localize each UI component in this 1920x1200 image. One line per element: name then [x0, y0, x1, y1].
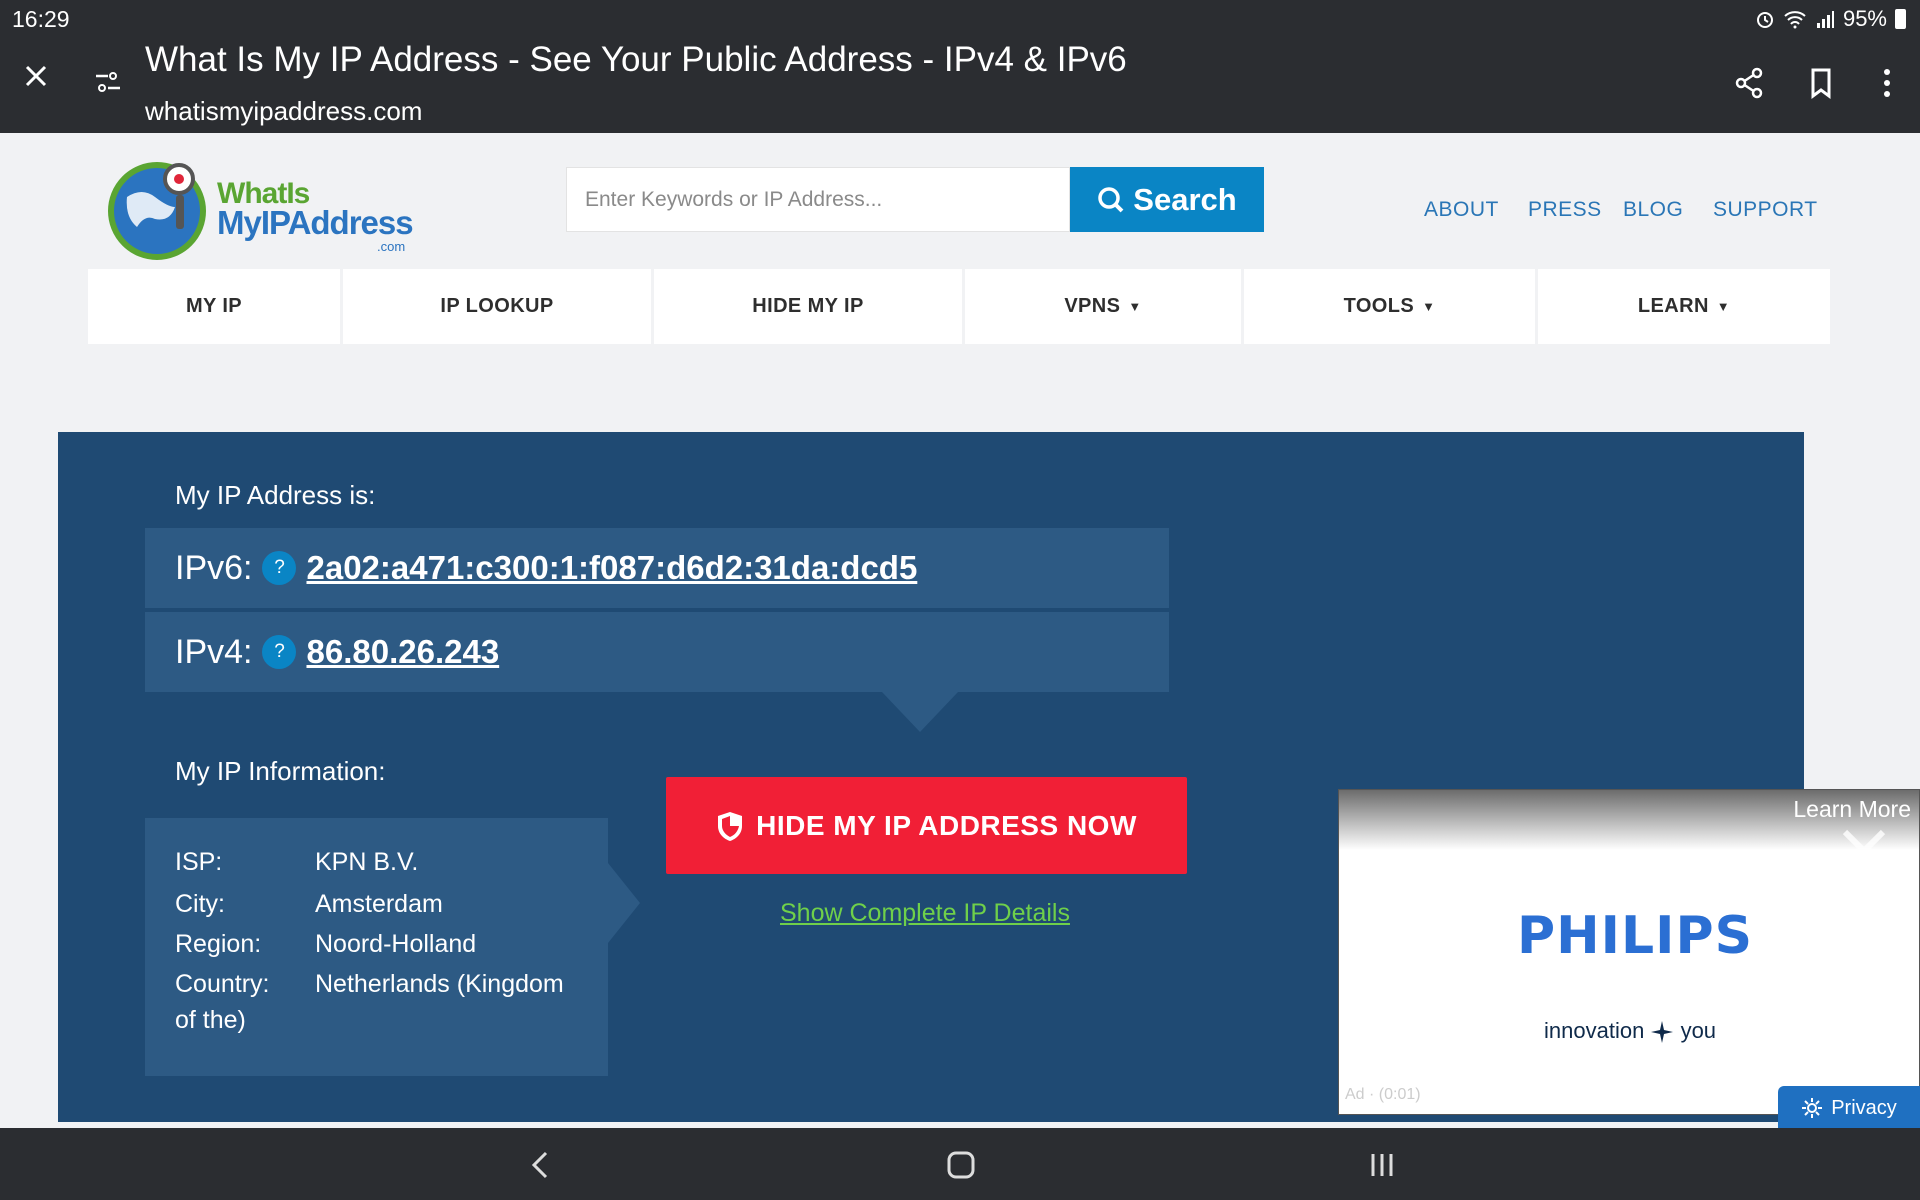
main-nav: MY IP IP LOOKUP HIDE MY IP VPNS ▼ TOOLS ▼ … — [88, 269, 1833, 344]
ad-brand: PHILIPS — [1517, 906, 1754, 966]
status-icons: 95% — [1755, 6, 1906, 32]
nav-vpns[interactable]: VPNS ▼ — [965, 269, 1241, 344]
ipv4-value[interactable]: 86.80.26.243 — [306, 633, 499, 671]
battery-icon — [1895, 9, 1906, 29]
site-settings-icon[interactable] — [94, 68, 122, 96]
country-value-continued: of the) — [175, 1006, 246, 1034]
help-icon[interactable]: ? — [262, 551, 297, 585]
close-icon[interactable] — [18, 58, 54, 94]
ipv6-value[interactable]: 2a02:a471:c300:1:f087:d6d2:31da:dcd5 — [306, 549, 917, 587]
ad-tagline-right: you — [1680, 1018, 1717, 1043]
nav-my-ip[interactable]: MY IP — [88, 269, 340, 344]
search-icon — [1098, 186, 1124, 212]
nav-label: HIDE MY IP — [752, 295, 864, 317]
ad-close-icon[interactable] — [1839, 826, 1889, 876]
info-heading: My IP Information: — [175, 756, 386, 786]
link-blog[interactable]: BLOG — [1623, 198, 1683, 222]
ipv4-label: IPv4: — [175, 632, 253, 671]
site-logo[interactable]: WhatIs MyIPAddress .com — [105, 155, 425, 265]
isp-value: KPN B.V. — [315, 848, 419, 876]
ad-tagline-left: innovation — [1544, 1018, 1645, 1043]
shield-icon — [718, 811, 743, 841]
gear-icon — [1802, 1098, 1823, 1118]
region-label: Region: — [175, 930, 262, 958]
city-label: City: — [175, 890, 225, 918]
search-input[interactable] — [566, 167, 1070, 232]
isp-label: ISP: — [175, 848, 223, 876]
logo-text-line2: MyIPAddress — [217, 204, 414, 241]
ipv6-label: IPv6: — [175, 548, 253, 587]
nav-ip-lookup[interactable]: IP LOOKUP — [343, 269, 651, 344]
status-time: 16:29 — [12, 6, 70, 32]
video-ad[interactable]: Learn More PHILIPS innovation you Ad · (… — [1338, 789, 1920, 1115]
browser-toolbar: 16:29 95% What Is My IP Address - See Yo… — [0, 0, 1920, 133]
caret-down-icon: ▼ — [1128, 299, 1142, 314]
ip-heading: My IP Address is: — [175, 480, 376, 510]
nav-hide-my-ip[interactable]: HIDE MY IP — [654, 269, 962, 344]
link-support[interactable]: SUPPORT — [1713, 198, 1818, 222]
back-icon[interactable] — [524, 1148, 558, 1182]
more-options-icon[interactable] — [1870, 66, 1904, 100]
battery-percent: 95% — [1842, 6, 1887, 31]
country-value: Netherlands (Kingdom — [315, 970, 564, 998]
nav-label: TOOLS — [1343, 295, 1415, 317]
logo-text-suffix: .com — [377, 239, 406, 254]
globe-magnifier-icon — [108, 162, 206, 260]
ad-tagline: innovation you — [1544, 1018, 1716, 1044]
region-value: Noord-Holland — [315, 930, 477, 958]
page-title: What Is My IP Address - See Your Public … — [145, 40, 1127, 79]
nav-label: VPNS — [1064, 295, 1121, 317]
wifi-icon — [1784, 11, 1806, 29]
home-icon[interactable] — [944, 1148, 978, 1182]
hide-ip-button[interactable]: HIDE MY IP ADDRESS NOW — [666, 777, 1187, 874]
alarm-icon — [1756, 12, 1773, 28]
nav-label: MY IP — [185, 295, 243, 317]
caret-down-icon: ▼ — [1422, 299, 1436, 314]
info-pointer — [608, 863, 640, 943]
hide-ip-button-label: HIDE MY IP ADDRESS NOW — [756, 809, 1137, 841]
nav-label: IP LOOKUP — [440, 295, 554, 317]
privacy-button[interactable]: Privacy — [1778, 1086, 1920, 1130]
show-details-link[interactable]: Show Complete IP Details — [780, 899, 1070, 928]
privacy-label: Privacy — [1831, 1096, 1897, 1119]
ad-timer: Ad · (0:01) — [1345, 1086, 1421, 1103]
help-icon[interactable]: ? — [262, 635, 297, 669]
link-press[interactable]: PRESS — [1528, 198, 1602, 222]
system-nav-bar — [0, 1128, 1920, 1200]
ipv6-row: IPv6: ? 2a02:a471:c300:1:f087:d6d2:31da:… — [145, 528, 1169, 608]
link-about[interactable]: ABOUT — [1424, 198, 1499, 222]
signal-icon — [1816, 11, 1834, 28]
sparkle-icon — [1651, 1021, 1674, 1044]
nav-tools[interactable]: TOOLS ▼ — [1244, 269, 1535, 344]
search-button[interactable]: Search — [1070, 167, 1264, 232]
search-button-label: Search — [1133, 181, 1237, 217]
page-url[interactable]: whatismyipaddress.com — [145, 96, 422, 127]
caret-down-icon: ▼ — [1716, 299, 1731, 314]
city-value: Amsterdam — [315, 890, 443, 918]
recents-icon[interactable] — [1365, 1148, 1399, 1182]
ip-info-box: ISP: KPN B.V. City: Amsterdam Region: No… — [145, 818, 608, 1076]
nav-learn[interactable]: LEARN ▼ — [1538, 269, 1830, 344]
ipv4-row: IPv4: ? 86.80.26.243 — [145, 612, 1169, 692]
country-label: Country: — [175, 970, 270, 998]
share-icon[interactable] — [1732, 66, 1766, 100]
pointer-notch — [882, 692, 958, 732]
nav-label: LEARN — [1637, 295, 1709, 317]
bookmark-icon[interactable] — [1804, 66, 1838, 100]
learn-more-link[interactable]: Learn More — [1793, 796, 1911, 823]
